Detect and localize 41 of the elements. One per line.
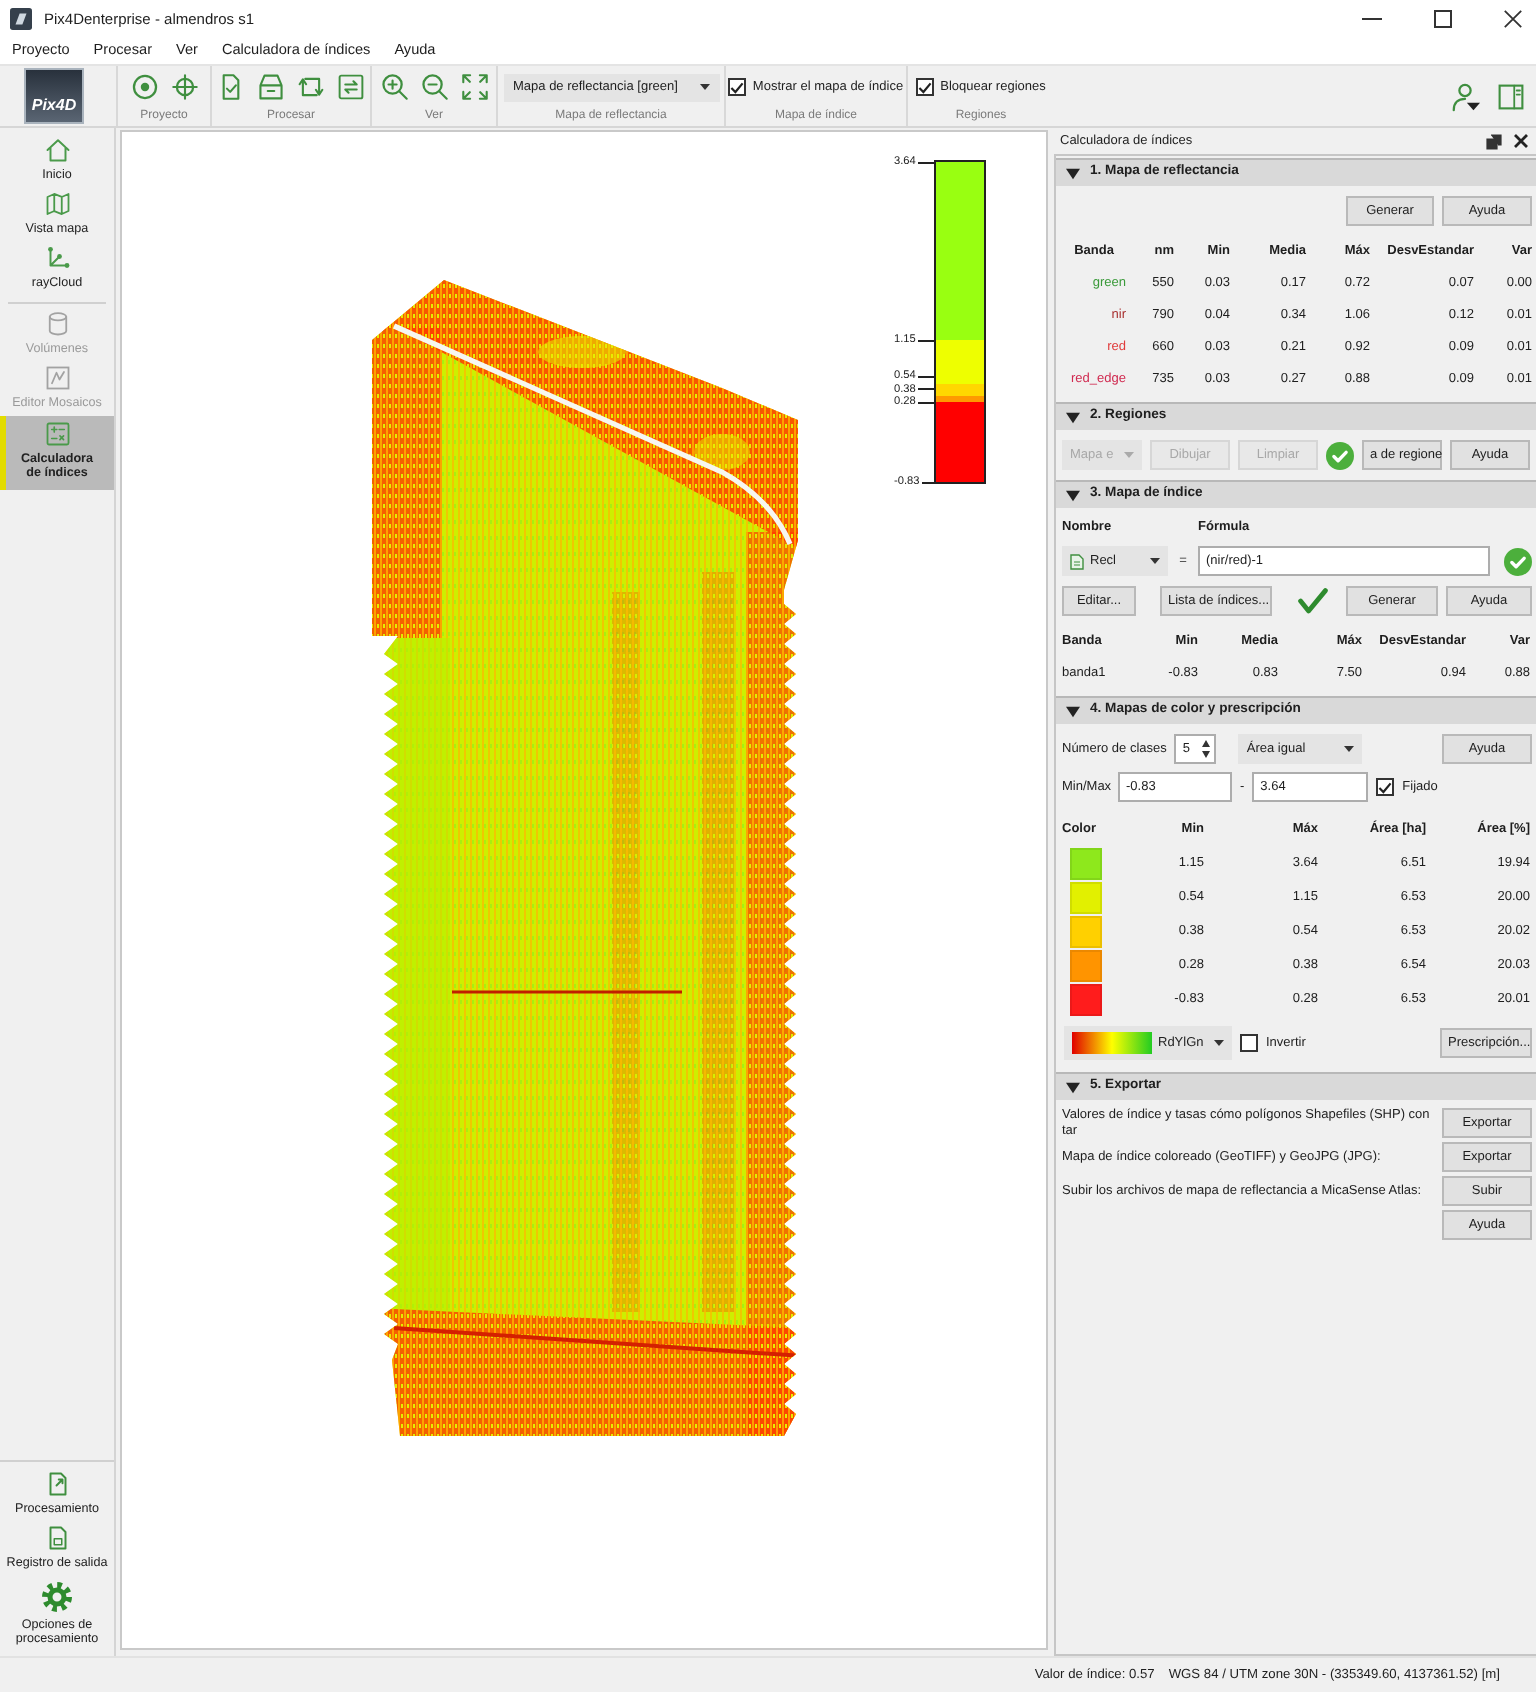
app-icon [10, 7, 32, 29]
caret-icon [1124, 452, 1134, 458]
circle-dot-icon[interactable] [131, 74, 157, 100]
map-icon [45, 192, 69, 217]
user-icon[interactable] [1450, 81, 1480, 111]
spin-arrows-icon [1202, 740, 1211, 758]
checkbox[interactable] [1240, 1034, 1258, 1052]
crosshair-icon[interactable] [171, 74, 197, 100]
close-icon[interactable] [1514, 134, 1528, 148]
cylinder-icon [45, 311, 69, 336]
zoom-in-icon[interactable] [381, 74, 407, 100]
caret-icon [1150, 558, 1160, 564]
home-icon [45, 138, 69, 162]
document-icon [45, 1526, 69, 1551]
fullscreen-icon[interactable] [461, 74, 487, 100]
line-chart-frame-icon [45, 365, 69, 390]
document-check-icon[interactable] [218, 74, 244, 100]
panel-layout-icon[interactable] [1498, 83, 1524, 109]
minimize-icon[interactable] [1362, 17, 1382, 19]
check-circle-icon [1504, 547, 1532, 575]
checkbox[interactable] [1376, 778, 1395, 796]
caret-icon [1344, 746, 1355, 752]
open-box-icon[interactable] [258, 74, 284, 100]
checkbox[interactable] [728, 78, 747, 96]
float-window-icon[interactable] [1486, 133, 1502, 149]
caret-icon [699, 84, 709, 90]
caret-icon [1214, 1040, 1224, 1046]
gear-icon [42, 1581, 72, 1612]
app-logo: Pix4D [24, 68, 84, 124]
color-gradient-icon [1072, 1032, 1152, 1054]
zoom-out-icon[interactable] [421, 74, 447, 100]
axes-icon [45, 246, 69, 271]
document-arrow-icon [45, 1472, 69, 1497]
square-arrows-icon[interactable] [338, 74, 364, 100]
maximize-icon[interactable] [1434, 9, 1452, 27]
calculator-icon [45, 422, 69, 447]
checkbox[interactable] [916, 78, 935, 96]
close-icon[interactable] [1504, 9, 1522, 27]
check-mark-icon [1298, 588, 1328, 614]
document-icon [1070, 553, 1084, 569]
refresh-square-icon[interactable] [298, 74, 324, 100]
